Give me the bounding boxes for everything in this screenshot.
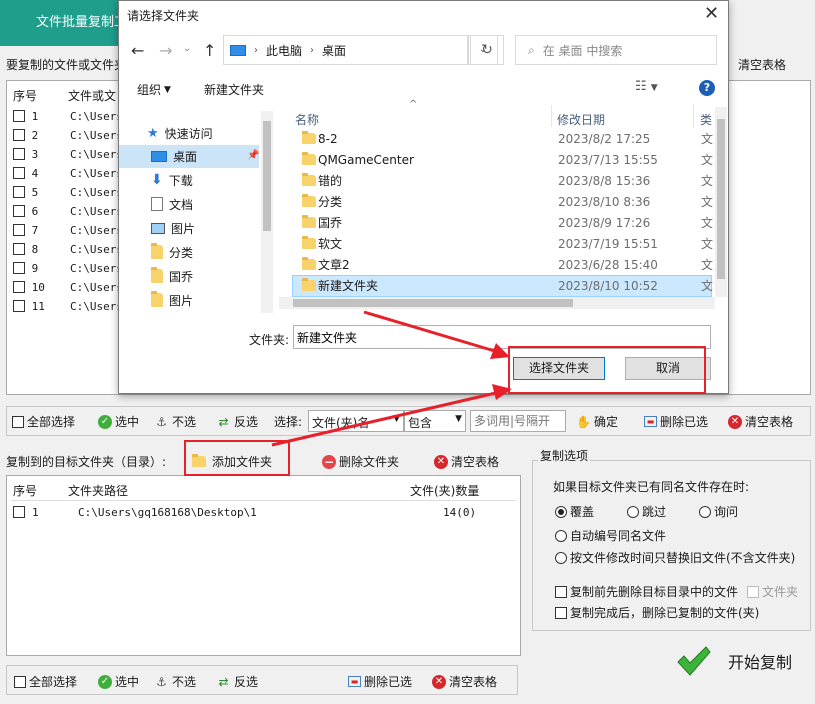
arrow-line-to-select-2 <box>271 390 501 447</box>
arrowhead-select-2 <box>492 384 512 400</box>
annotation-arrows <box>271 310 512 447</box>
arrow-line-to-select <box>363 310 499 354</box>
arrowhead-select <box>490 343 510 359</box>
